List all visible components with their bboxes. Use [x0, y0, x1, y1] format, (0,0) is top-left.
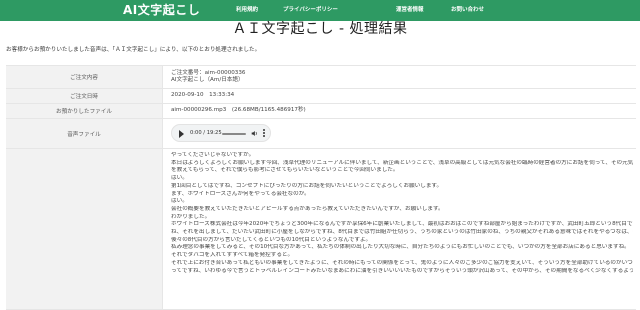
- row-audio: 音声ファイル 0:00 / 19:25: [6, 119, 636, 149]
- transcript-line: それでタバコを入れてすすべて箱を発控すると。: [171, 252, 294, 259]
- nav-privacy-policy[interactable]: プライバシーポリシー: [283, 0, 338, 21]
- transcript-line: 第1回目としてはですね、コンセプトにぴったりの方にお話を伺いたいということでよろ…: [171, 182, 443, 189]
- transcript-line: を教えてもらって、それで僕らも影考にさせてもらいたいなということで今回伺いました…: [171, 167, 399, 174]
- nav-operator-info[interactable]: 運営者情報: [396, 0, 424, 21]
- audio-cell: 0:00 / 19:25: [171, 119, 636, 142]
- intro-text: お客様からお預かりいたしました音声は、「ＡＩ文字起こし」により、以下のとおり処理…: [6, 47, 261, 53]
- transcript-line: はい。: [171, 175, 188, 182]
- order-value: ご注文番号：aim-00000336 AI文字起こし（Am/日本語）: [171, 66, 636, 85]
- volume-icon[interactable]: [251, 130, 258, 137]
- page-title: ＡＩ文字起こし - 処理結果: [232, 21, 408, 37]
- file-label: お預かりしたファイル: [6, 104, 163, 118]
- transcript-line: それで上にお付き合いあって私どもいの事業をしてきたように、それの時にもっての関係…: [171, 259, 633, 266]
- transcript-line: 会社の概要を教えていただきたいとアピールする点があったら教えていただきたいんです…: [171, 205, 444, 212]
- nav-terms[interactable]: 利用規約: [236, 0, 258, 21]
- row-file: お預かりしたファイル aim-00000296.mp3 (26.68MB/116…: [6, 104, 636, 119]
- order-date-value: 2020-09-10 13:33:34: [171, 92, 235, 98]
- row-order-date: ご注文日時 2020-09-10 13:33:34: [6, 89, 636, 104]
- order-label: ご注文内容: [6, 66, 163, 88]
- transcript-label: [6, 149, 163, 309]
- transcript-line: ってですね、いわゆる今で言うとトラベルレインコートみたいなまあにわに油を引きいい…: [171, 267, 633, 274]
- result-table: ご注文内容 ご注文番号：aim-00000336 AI文字起こし（Am/日本語）…: [6, 65, 636, 310]
- transcript-line: 本日はよろしくよろしくお願いします今回、浅草代理のリニューアルに伴いまして、新企…: [171, 159, 633, 166]
- transcript-line: 後々の8代目の方から言いだしてくるといつもの10代目というようなんですよ。: [171, 236, 372, 243]
- audio-time: 0:00 / 19:25: [190, 130, 222, 136]
- row-transcript: やってくださいじゃないですか。 本日はよろしくよろしくお願いします今回、浅草代理の…: [6, 149, 636, 310]
- order-product: AI文字起こし（Am/日本語）: [171, 77, 244, 84]
- transcript-line: やってくださいじゃないですか。: [171, 152, 255, 158]
- site-logo[interactable]: AI文字起こし: [123, 1, 200, 19]
- audio-player[interactable]: 0:00 / 19:25: [171, 124, 271, 142]
- file-value: aim-00000296.mp3 (26.68MB/1165.486917秒): [171, 107, 306, 113]
- nav-contact[interactable]: お問い合わせ: [451, 0, 484, 21]
- transcript-text: やってくださいじゃないですか。 本日はよろしくよろしくお願いします今回、浅草代理の…: [171, 149, 636, 275]
- transcript-line: はい。: [171, 198, 188, 205]
- order-date-label: ご注文日時: [6, 89, 163, 103]
- site-header: AI文字起こし 利用規約 プライバシーポリシー 運営者情報 お問い合わせ: [0, 0, 640, 21]
- transcript-line: わかりました。: [171, 213, 211, 220]
- audio-progress-track[interactable]: [222, 133, 246, 135]
- audio-label: 音声ファイル: [6, 119, 163, 148]
- row-order: ご注文内容 ご注文番号：aim-00000336 AI文字起こし（Am/日本語）: [6, 66, 636, 89]
- more-options-icon[interactable]: [263, 129, 266, 139]
- transcript-line: ホワイトローズ株式会社は今年2020年でちょうど300年になるんですが享保6年に…: [171, 221, 633, 228]
- transcript-line: ね、それを出しまして、だいたい武田町に小屋をしながらですね、8代目までは竹田組が…: [171, 229, 633, 236]
- transcript-line: 私み理念の事業をしてみると、その10代目な方があって、私たちの体制の出したり大切…: [171, 244, 630, 251]
- play-icon[interactable]: [179, 130, 184, 138]
- transcript-line: まず、ホワイトローズさんが何をやってる会社なのか。: [171, 190, 310, 197]
